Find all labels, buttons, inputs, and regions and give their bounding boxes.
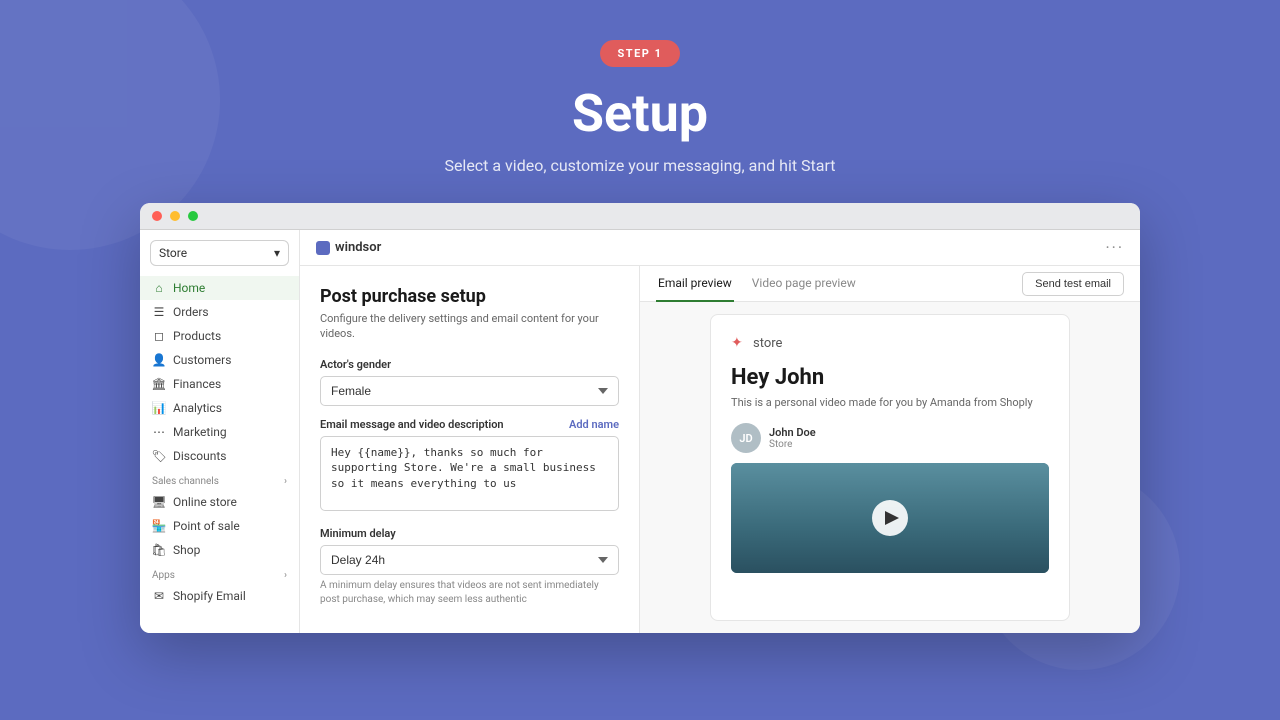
tab-email-preview[interactable]: Email preview <box>656 266 734 302</box>
analytics-icon: 📊 <box>152 401 166 415</box>
gender-select[interactable]: Female Male Any <box>320 376 619 406</box>
customers-icon: 👤 <box>152 353 166 367</box>
preview-panel: Email preview Video page preview Send te… <box>640 266 1140 633</box>
setup-panel-title: Post purchase setup <box>320 286 619 307</box>
store-selector[interactable]: Store ▾ <box>150 240 289 266</box>
sidebar-item-marketing[interactable]: ⋯ Marketing <box>140 420 299 444</box>
discounts-icon: 🏷 <box>152 449 166 463</box>
apps-section: Apps › <box>140 562 299 584</box>
shopify-email-icon: ✉ <box>152 589 166 603</box>
sales-channels-section: Sales channels › <box>140 468 299 490</box>
video-play-button[interactable] <box>872 500 908 536</box>
store-selector-label: Store <box>159 246 187 260</box>
preview-tabs: Email preview Video page preview Send te… <box>640 266 1140 302</box>
sidebar-item-pos-label: Point of sale <box>173 519 240 533</box>
sidebar-item-discounts[interactable]: 🏷 Discounts <box>140 444 299 468</box>
topbar-menu-dots[interactable]: ··· <box>1105 238 1124 257</box>
sidebar-item-discounts-label: Discounts <box>173 449 226 463</box>
sidebar-item-shopify-email-label: Shopify Email <box>173 589 246 603</box>
windsor-logo-icon <box>316 241 330 255</box>
sidebar-item-products[interactable]: ◻ Products <box>140 324 299 348</box>
browser-minimize-dot <box>170 211 180 221</box>
browser-window: Store ▾ ⌂ Home ☰ Orders ◻ Products 👤 Cus… <box>140 203 1140 633</box>
sidebar-item-home-label: Home <box>173 281 205 295</box>
sidebar-item-online-store[interactable]: 🖥 Online store <box>140 490 299 514</box>
video-thumbnail[interactable] <box>731 463 1049 573</box>
page-subtitle: Select a video, customize your messaging… <box>444 156 835 175</box>
sidebar-item-analytics-label: Analytics <box>173 401 222 415</box>
orders-icon: ☰ <box>152 305 166 319</box>
main-content-wrapper: Post purchase setup Configure the delive… <box>300 266 1140 633</box>
tab-video-preview[interactable]: Video page preview <box>750 266 858 302</box>
email-store-header: ✦ store <box>731 335 1049 351</box>
sender-avatar: JD <box>731 423 761 453</box>
sales-channels-label: Sales channels <box>152 476 219 487</box>
delay-select[interactable]: Delay 24h Delay 12h No delay <box>320 545 619 575</box>
page-title: Setup <box>572 83 708 144</box>
sidebar-item-shop[interactable]: 🛍 Shop <box>140 538 299 562</box>
sidebar-item-orders[interactable]: ☰ Orders <box>140 300 299 324</box>
email-message-textarea[interactable]: Hey {{name}}, thanks so much for support… <box>320 436 619 511</box>
apps-label: Apps <box>152 570 175 581</box>
sales-channels-expand-icon[interactable]: › <box>284 476 287 487</box>
browser-main: Store ▾ ⌂ Home ☰ Orders ◻ Products 👤 Cus… <box>140 230 1140 633</box>
home-icon: ⌂ <box>152 281 166 295</box>
email-card: ✦ store Hey John This is a personal vide… <box>710 314 1070 621</box>
sidebar-item-products-label: Products <box>173 329 221 343</box>
browser-close-dot <box>152 211 162 221</box>
sidebar-item-customers-label: Customers <box>173 353 231 367</box>
windsor-content-area: windsor ··· Post purchase setup Configur… <box>300 230 1140 633</box>
store-logo-icon: ✦ <box>731 335 747 351</box>
sender-store: Store <box>769 439 816 450</box>
browser-chrome <box>140 203 1140 230</box>
sidebar-item-analytics[interactable]: 📊 Analytics <box>140 396 299 420</box>
browser-maximize-dot <box>188 211 198 221</box>
store-selector-chevron: ▾ <box>274 246 280 260</box>
finances-icon: 🏛 <box>152 377 166 391</box>
gender-label: Actor's gender <box>320 358 619 371</box>
setup-panel-description: Configure the delivery settings and emai… <box>320 311 619 342</box>
point-of-sale-icon: 🏪 <box>152 519 166 533</box>
step-badge: STEP 1 <box>600 40 681 67</box>
apps-expand-icon[interactable]: › <box>284 570 287 581</box>
delay-helper: A minimum delay ensures that videos are … <box>320 579 619 607</box>
sidebar-item-finances[interactable]: 🏛 Finances <box>140 372 299 396</box>
marketing-icon: ⋯ <box>152 425 166 439</box>
online-store-icon: 🖥 <box>152 495 166 509</box>
email-preview-content: ✦ store Hey John This is a personal vide… <box>640 302 1140 633</box>
add-name-link[interactable]: Add name <box>569 418 619 431</box>
sender-name: John Doe <box>769 426 816 439</box>
send-test-email-button[interactable]: Send test email <box>1022 272 1124 296</box>
sidebar-item-marketing-label: Marketing <box>173 425 227 439</box>
shop-icon: 🛍 <box>152 543 166 557</box>
sidebar-item-finances-label: Finances <box>173 377 221 391</box>
sender-info: John Doe Store <box>769 426 816 450</box>
sidebar-item-customers[interactable]: 👤 Customers <box>140 348 299 372</box>
shopify-sidebar: Store ▾ ⌂ Home ☰ Orders ◻ Products 👤 Cus… <box>140 230 300 633</box>
delay-label: Minimum delay <box>320 527 619 540</box>
email-message-label: Email message and video description Add … <box>320 418 619 431</box>
setup-panel: Post purchase setup Configure the delive… <box>300 266 640 633</box>
sidebar-item-home[interactable]: ⌂ Home <box>140 276 299 300</box>
header-section: STEP 1 Setup Select a video, customize y… <box>0 0 1280 175</box>
sidebar-item-online-store-label: Online store <box>173 495 237 509</box>
email-greeting: Hey John <box>731 365 1049 390</box>
email-sender-row: JD John Doe Store <box>731 423 1049 453</box>
sidebar-item-orders-label: Orders <box>173 305 209 319</box>
windsor-topbar: windsor ··· <box>300 230 1140 266</box>
sidebar-item-shop-label: Shop <box>173 543 200 557</box>
email-description: This is a personal video made for you by… <box>731 396 1049 409</box>
windsor-logo: windsor <box>316 240 381 255</box>
store-name: store <box>753 336 782 351</box>
sidebar-item-shopify-email[interactable]: ✉ Shopify Email <box>140 584 299 608</box>
products-icon: ◻ <box>152 329 166 343</box>
sidebar-item-point-of-sale[interactable]: 🏪 Point of sale <box>140 514 299 538</box>
windsor-logo-text: windsor <box>335 240 381 255</box>
